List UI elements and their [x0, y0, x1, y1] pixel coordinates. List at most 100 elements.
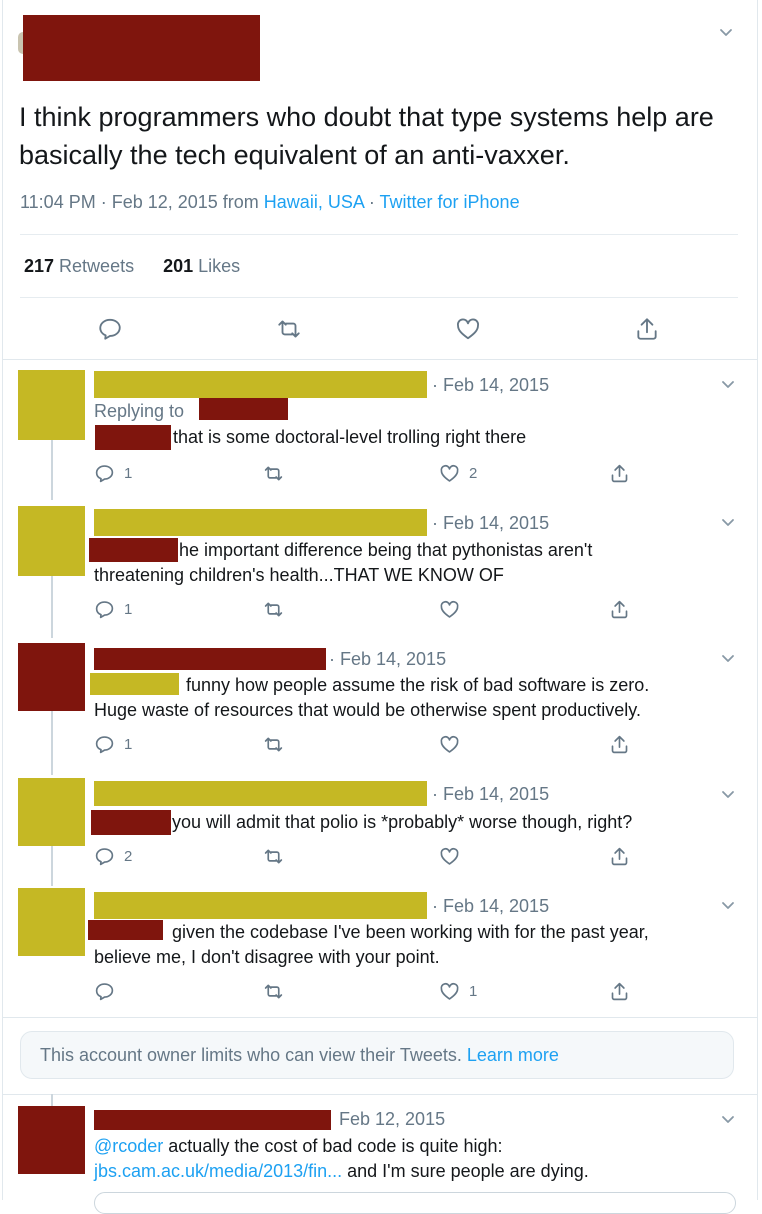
avatar[interactable]	[18, 643, 85, 711]
protected-account-notice: This account owner limits who can view t…	[20, 1031, 734, 1079]
share-icon	[611, 847, 628, 865]
like-count: 2	[469, 464, 478, 482]
divider	[3, 1094, 757, 1095]
author-name-redacted[interactable]	[94, 648, 326, 670]
likes-stat[interactable]: 201 Likes	[163, 256, 240, 276]
author-name-redacted[interactable]	[94, 509, 427, 536]
mention-redacted[interactable]	[91, 810, 171, 835]
chevron-down-icon[interactable]	[718, 784, 738, 804]
share-action[interactable]	[609, 845, 630, 867]
like-icon[interactable]	[455, 316, 481, 342]
url-link[interactable]: jbs.cam.ac.uk/media/2013/fin...	[94, 1161, 342, 1181]
reply-date[interactable]: Feb 12, 2015	[339, 1109, 445, 1130]
share-action[interactable]	[609, 733, 630, 755]
like-count: 1	[469, 982, 478, 1000]
author-name-redacted[interactable]	[94, 781, 427, 806]
reply-date[interactable]: · Feb 14, 2015	[329, 649, 446, 670]
chevron-down-icon[interactable]	[718, 374, 738, 394]
like-action[interactable]	[439, 733, 460, 755]
retweet-icon	[264, 737, 283, 751]
retweet-action[interactable]	[263, 598, 284, 620]
retweet-action[interactable]	[263, 462, 284, 484]
divider	[20, 297, 738, 298]
reply-date[interactable]: · Feb 14, 2015	[432, 896, 549, 917]
divider	[3, 359, 757, 360]
mention-redacted[interactable]	[90, 673, 179, 695]
divider	[3, 1017, 757, 1018]
reply-text-line2: Huge waste of resources that would be ot…	[94, 700, 641, 720]
retweet-action[interactable]	[263, 733, 284, 755]
source-link[interactable]: Twitter for iPhone	[380, 192, 520, 212]
author-name-redacted[interactable]	[94, 892, 427, 919]
like-icon	[440, 600, 459, 618]
retweet-icon[interactable]	[276, 316, 302, 342]
tweet-stats: 217 Retweets 201 Likes	[24, 256, 240, 277]
reply-action[interactable]: 1	[94, 462, 132, 484]
avatar[interactable]	[18, 370, 85, 440]
mention-link[interactable]: @rcoder	[94, 1136, 163, 1156]
like-action[interactable]	[439, 598, 460, 620]
share-action[interactable]	[609, 462, 630, 484]
retweet-action[interactable]	[263, 845, 284, 867]
share-icon	[611, 464, 628, 482]
reply-text-rest: and I'm sure people are dying.	[342, 1161, 589, 1181]
like-action[interactable]: 2	[439, 462, 477, 484]
like-action[interactable]	[439, 845, 460, 867]
thread-line	[51, 576, 53, 638]
reply-text-line1: given the codebase I've been working wit…	[172, 922, 649, 942]
reply-action[interactable]: 1	[94, 733, 132, 755]
like-action[interactable]: 1	[439, 980, 477, 1002]
reply-action[interactable]: 1	[94, 598, 132, 620]
retweets-stat[interactable]: 217 Retweets	[24, 256, 134, 276]
share-icon[interactable]	[634, 316, 660, 342]
share-action[interactable]	[609, 980, 630, 1002]
chevron-down-icon[interactable]	[718, 512, 738, 532]
reply-action[interactable]: 2	[94, 845, 132, 867]
tweet-meta: 11:04 PM · Feb 12, 2015 from Hawaii, USA…	[20, 192, 520, 213]
avatar[interactable]	[18, 888, 85, 956]
retweet-action[interactable]	[263, 980, 284, 1002]
retweet-icon	[264, 849, 283, 863]
retweet-icon	[264, 984, 283, 998]
reply-text: actually the cost of bad code is quite h…	[163, 1136, 503, 1156]
reply-count: 1	[124, 464, 133, 482]
chevron-down-icon[interactable]	[718, 895, 738, 915]
share-icon	[611, 735, 628, 753]
left-border	[2, 0, 3, 1200]
retweets-count: 217	[24, 256, 55, 276]
reply-icon[interactable]	[97, 316, 123, 342]
chevron-down-icon[interactable]	[716, 22, 736, 42]
reply-text: you will admit that polio is *probably* …	[172, 812, 633, 832]
reply-date[interactable]: · Feb 14, 2015	[432, 375, 549, 396]
reply-date[interactable]: · Feb 14, 2015	[432, 513, 549, 534]
reply-text-line1: he important difference being that pytho…	[179, 540, 593, 560]
share-action[interactable]	[609, 598, 630, 620]
location-link[interactable]: Hawaii, USA	[264, 192, 364, 212]
chevron-down-icon[interactable]	[718, 1109, 738, 1129]
author-name-redacted[interactable]	[94, 1110, 331, 1130]
reply-date[interactable]: · Feb 14, 2015	[432, 784, 549, 805]
learn-more-link[interactable]: Learn more	[467, 1045, 559, 1066]
avatar[interactable]	[18, 778, 85, 846]
reply-icon	[95, 735, 114, 753]
meta-separator: ·	[363, 192, 380, 212]
author-name-redacted[interactable]	[23, 15, 260, 81]
tweet-text: I think programmers who doubt that type …	[19, 102, 714, 170]
avatar[interactable]	[18, 506, 85, 576]
mention-redacted[interactable]	[95, 425, 171, 450]
like-icon	[440, 735, 459, 753]
reply-count: 1	[124, 600, 133, 618]
reply-text-line2: threatening children's health...THAT WE …	[94, 565, 504, 585]
mention-redacted[interactable]	[89, 538, 178, 562]
share-icon	[611, 600, 628, 618]
chevron-down-icon[interactable]	[718, 648, 738, 668]
link-card[interactable]	[94, 1192, 736, 1214]
tweet-time[interactable]: 11:04 PM · Feb 12, 2015 from	[20, 192, 264, 212]
reply-icon	[95, 847, 114, 865]
replying-to-handle-redacted[interactable]	[199, 398, 288, 420]
mention-redacted[interactable]	[88, 920, 163, 940]
reply-action[interactable]	[94, 980, 115, 1002]
avatar[interactable]	[18, 1106, 85, 1174]
author-name-redacted[interactable]	[94, 371, 427, 398]
like-icon	[440, 464, 459, 482]
